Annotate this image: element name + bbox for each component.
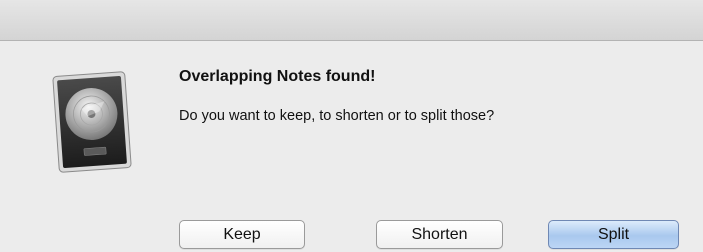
dialog-titlebar[interactable] xyxy=(0,0,703,41)
dialog-title: Overlapping Notes found! xyxy=(179,68,376,85)
dialog-message: Do you want to keep, to shorten or to sp… xyxy=(179,108,495,124)
split-button[interactable]: Split xyxy=(548,220,679,249)
shorten-button-label: Shorten xyxy=(411,225,468,243)
keep-button-label: Keep xyxy=(223,225,261,243)
keep-button[interactable]: Keep xyxy=(179,220,305,249)
logic-app-icon xyxy=(48,68,136,176)
split-button-label: Split xyxy=(597,225,630,243)
shorten-button[interactable]: Shorten xyxy=(376,220,503,249)
